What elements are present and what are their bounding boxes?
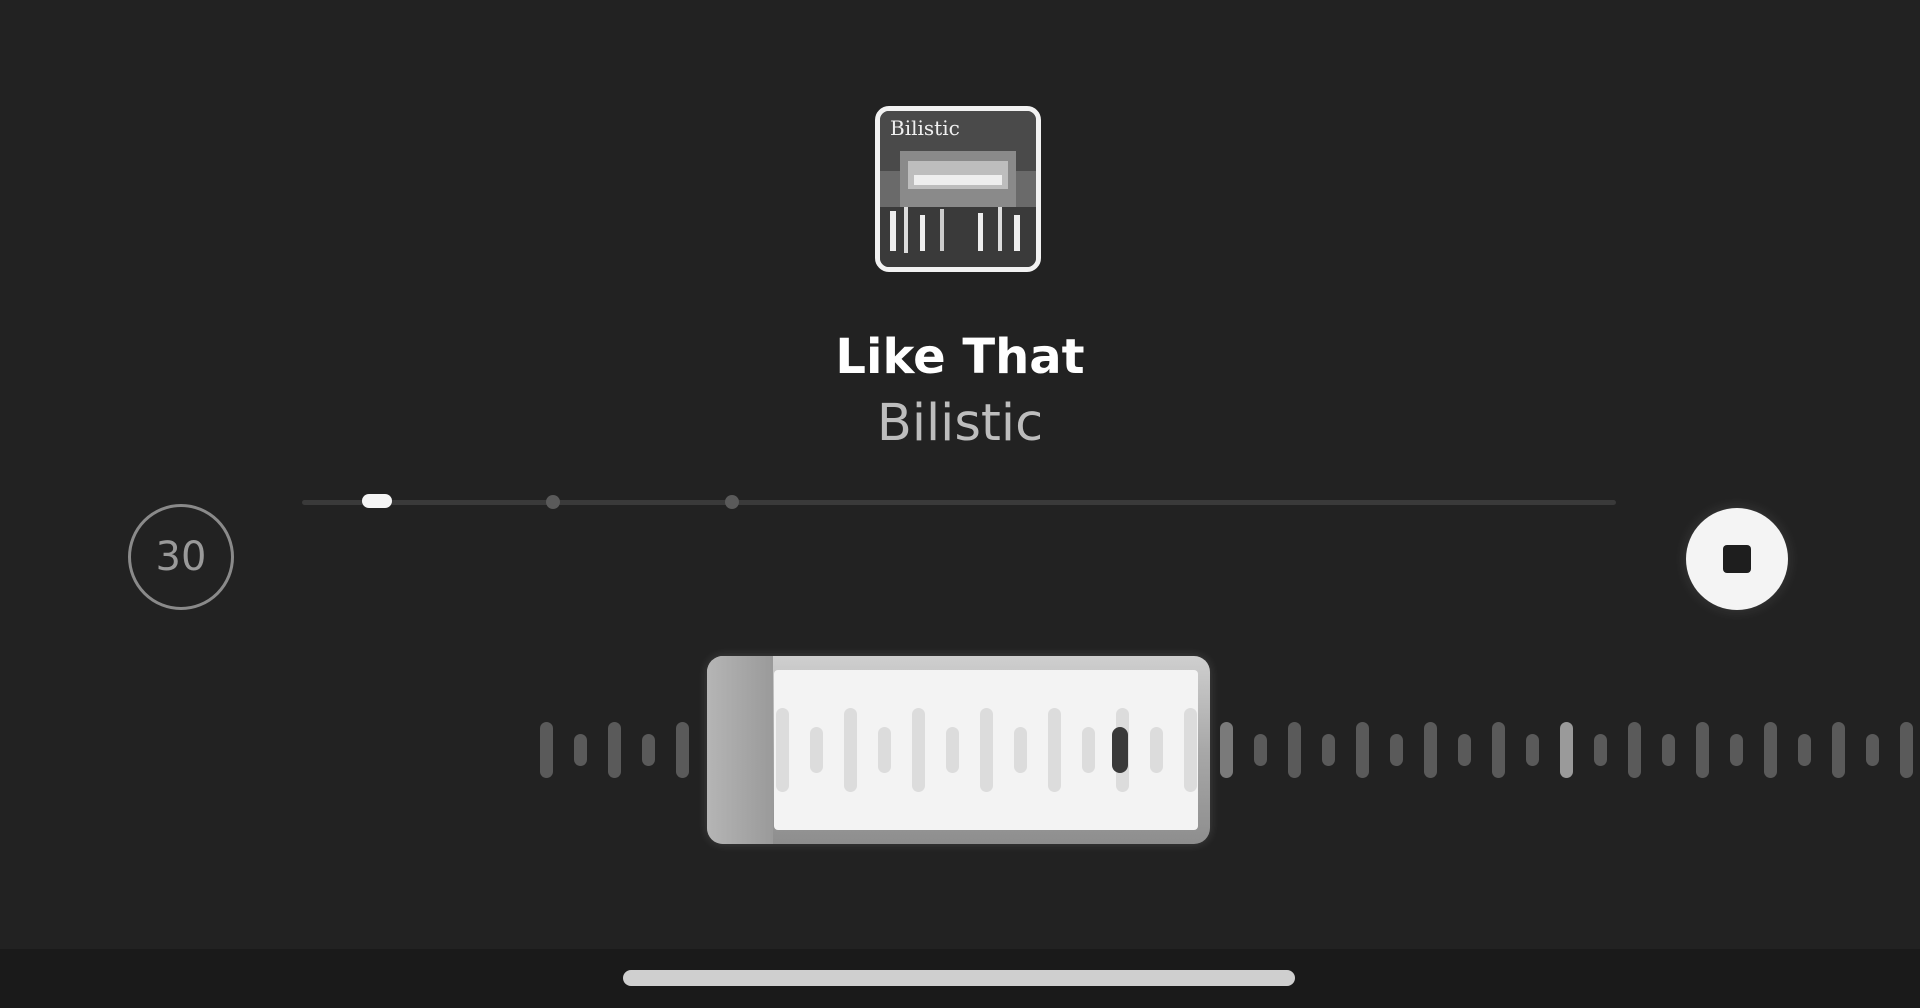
selection-playhead bbox=[1112, 727, 1128, 773]
waveform-bar bbox=[1458, 734, 1471, 766]
album-art: Bilistic bbox=[875, 106, 1041, 272]
selection-waveform-bar bbox=[912, 708, 925, 792]
selection-waveform-bar bbox=[776, 708, 789, 792]
progress-marker bbox=[724, 495, 739, 509]
stop-button[interactable] bbox=[1686, 508, 1788, 610]
clip-selection-window[interactable] bbox=[707, 656, 1210, 844]
progress-track[interactable] bbox=[302, 494, 1616, 509]
waveform-bar bbox=[1288, 722, 1301, 778]
waveform-bar bbox=[1322, 734, 1335, 766]
waveform-bar bbox=[1594, 734, 1607, 766]
waveform-bar bbox=[540, 722, 553, 778]
selection-waveform-bar bbox=[1184, 708, 1197, 792]
waveform-bar bbox=[1254, 734, 1267, 766]
waveform-bar bbox=[1220, 722, 1233, 778]
waveform-bar bbox=[1424, 722, 1437, 778]
selection-waveform bbox=[774, 670, 1198, 830]
waveform-bar bbox=[1628, 722, 1641, 778]
waveform-bar bbox=[574, 734, 587, 766]
waveform-bar bbox=[1560, 722, 1573, 778]
track-artist: Bilistic bbox=[876, 394, 1044, 453]
waveform-bar bbox=[1798, 734, 1811, 766]
skip-30-button[interactable]: 30 bbox=[128, 504, 234, 610]
playhead-handle[interactable] bbox=[361, 494, 392, 508]
waveform-bar bbox=[1696, 722, 1709, 778]
waveform-bar bbox=[1662, 734, 1675, 766]
waveform-bar bbox=[676, 722, 689, 778]
selection-waveform-bar bbox=[844, 708, 857, 792]
progress-marker bbox=[545, 495, 560, 509]
album-art-logo: Bilistic bbox=[890, 116, 960, 140]
selection-waveform-bar bbox=[878, 727, 891, 773]
waveform-bar bbox=[1526, 734, 1539, 766]
selection-waveform-bar bbox=[1048, 708, 1061, 792]
selection-waveform-bar bbox=[946, 727, 959, 773]
waveform-bar bbox=[642, 734, 655, 766]
waveform-bar bbox=[1866, 734, 1879, 766]
waveform-bar bbox=[608, 722, 621, 778]
track-title: Like That bbox=[835, 329, 1085, 385]
selection-waveform-bar bbox=[1082, 727, 1095, 773]
waveform-bar bbox=[1356, 722, 1369, 778]
waveform-bar bbox=[1390, 734, 1403, 766]
selection-waveform-bar bbox=[1014, 727, 1027, 773]
waveform-bar bbox=[1492, 722, 1505, 778]
waveform-bar bbox=[1832, 722, 1845, 778]
waveform-bar bbox=[1730, 734, 1743, 766]
stop-icon bbox=[1723, 545, 1751, 573]
selection-waveform-bar bbox=[980, 708, 993, 792]
clip-editor-screen: Bilistic Like That Bilistic 30 bbox=[0, 0, 1920, 1008]
waveform-bar bbox=[1764, 722, 1777, 778]
selection-waveform-bar bbox=[810, 727, 823, 773]
waveform-bar bbox=[1900, 722, 1913, 778]
selection-left-handle[interactable] bbox=[707, 656, 773, 844]
home-indicator[interactable] bbox=[623, 970, 1295, 986]
skip-30-label: 30 bbox=[155, 534, 207, 580]
selection-waveform-bar bbox=[1150, 727, 1163, 773]
